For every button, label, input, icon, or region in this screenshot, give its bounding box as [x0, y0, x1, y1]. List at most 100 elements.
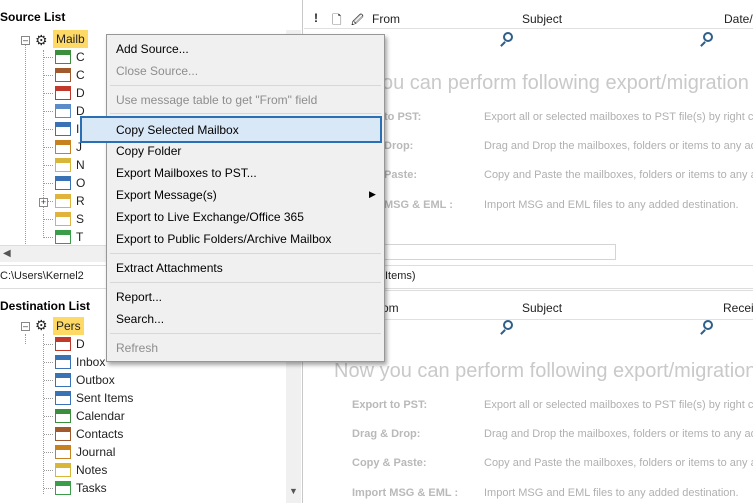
collapse-toggle[interactable]: –: [21, 36, 30, 45]
top-info-desc: Import MSG and EML files to any added de…: [484, 199, 739, 211]
subject-column[interactable]: Subject: [522, 301, 562, 315]
contacts-icon: [55, 68, 71, 82]
deleted-items-icon: [55, 86, 71, 100]
search-icon[interactable]: [503, 32, 513, 42]
journal-icon: [55, 445, 71, 459]
importance-column[interactable]: !: [314, 11, 318, 25]
top-info-label: Drop:: [384, 140, 414, 152]
bottom-info-desc: Export all or selected mailboxes to PST …: [484, 399, 753, 411]
tree-item[interactable]: Inbox: [76, 353, 105, 371]
tree-item[interactable]: T: [76, 228, 83, 246]
source-path-text: C:\Users\Kernel2: [0, 270, 84, 282]
tree-item[interactable]: O: [76, 174, 85, 192]
folder-icon: [55, 194, 71, 208]
sent-items-icon: [55, 391, 71, 405]
menu-item-copy-selected-mailbox[interactable]: Copy Selected Mailbox: [80, 116, 382, 143]
collapse-toggle[interactable]: –: [21, 322, 30, 331]
tree-item[interactable]: Journal: [76, 443, 115, 461]
menu-item-add-source[interactable]: Add Source...: [116, 42, 189, 56]
top-info-headline: ou can perform following export/migratio…: [382, 72, 749, 94]
submenu-arrow-icon: ▶: [369, 189, 376, 199]
flag-column-icon[interactable]: 🖉: [351, 11, 364, 32]
menu-item-search[interactable]: Search...: [116, 312, 164, 326]
tree-item[interactable]: Outbox: [76, 371, 115, 389]
from-column[interactable]: From: [372, 12, 400, 26]
bottom-info-label: Import MSG & EML :: [352, 487, 459, 499]
search-icon[interactable]: [703, 320, 713, 330]
notes-icon: [55, 463, 71, 477]
search-icon[interactable]: [503, 320, 513, 330]
tree-item[interactable]: Notes: [76, 461, 107, 479]
tree-item[interactable]: C: [76, 48, 85, 66]
tree-item[interactable]: S: [76, 210, 84, 228]
menu-item-export-mailboxes-pst[interactable]: Export Mailboxes to PST...: [116, 166, 257, 180]
tree-item[interactable]: Tasks: [76, 479, 107, 497]
menu-item-use-message-table[interactable]: Use message table to get "From" field: [116, 93, 317, 107]
subject-column[interactable]: Subject: [522, 12, 562, 26]
top-info-desc: Drag and Drop the mailboxes, folders or …: [484, 140, 753, 152]
tasks-icon: [55, 230, 71, 244]
date-column[interactable]: Date/: [724, 12, 753, 26]
source-panel-title: Source List: [0, 10, 66, 24]
top-info-label: to PST:: [384, 111, 422, 123]
top-info-desc: Export all or selected mailboxes to PST …: [484, 111, 753, 123]
menu-item-extract-attachments[interactable]: Extract Attachments: [116, 261, 223, 275]
bottom-info-label: Export to PST:: [352, 399, 428, 411]
menu-item-close-source[interactable]: Close Source...: [116, 64, 198, 78]
scroll-left-icon[interactable]: ◀: [3, 248, 11, 259]
destination-root[interactable]: Pers: [53, 317, 84, 335]
tree-item[interactable]: R: [76, 192, 85, 210]
drafts-icon: [55, 104, 71, 118]
inbox-icon: [55, 355, 71, 369]
notes-icon: [55, 158, 71, 172]
tree-item[interactable]: N: [76, 156, 85, 174]
tasks-icon: [55, 481, 71, 495]
destination-panel-title: Destination List: [0, 299, 91, 313]
menu-item-copy-folder[interactable]: Copy Folder: [116, 144, 181, 158]
menu-item-label: Copy Selected Mailbox: [116, 123, 239, 137]
tree-item[interactable]: Sent Items: [76, 389, 133, 407]
journal-icon: [55, 140, 71, 154]
outbox-icon: [55, 176, 71, 190]
search-icon[interactable]: [703, 32, 713, 42]
tree-item[interactable]: D: [76, 335, 85, 353]
menu-item-export-live-exchange[interactable]: Export to Live Exchange/Office 365: [116, 210, 304, 224]
scroll-down-icon[interactable]: ▼: [289, 486, 298, 496]
bottom-info-desc: Copy and Paste the mailboxes, folders or…: [484, 457, 753, 469]
bottom-info-desc: Drag and Drop the mailboxes, folders or …: [484, 428, 753, 440]
attachment-column-icon[interactable]: 🗋: [332, 11, 342, 32]
items-count-text: Items): [385, 270, 416, 282]
deleted-items-icon: [55, 337, 71, 351]
top-info-label: Paste:: [384, 169, 418, 181]
tree-item[interactable]: I: [76, 120, 79, 138]
bottom-info-label: Copy & Paste:: [352, 457, 427, 469]
tree-item[interactable]: C: [76, 66, 85, 84]
tree-item[interactable]: Contacts: [76, 425, 123, 443]
source-root-label: Mailb: [56, 32, 85, 46]
destination-root-label: Pers: [56, 319, 81, 333]
calendar-icon: [55, 50, 71, 64]
menu-item-refresh[interactable]: Refresh: [116, 341, 158, 355]
context-menu: Add Source... Close Source... Use messag…: [80, 34, 385, 362]
contacts-icon: [55, 427, 71, 441]
top-grid-header: ! 🗋 🖉 From Subject Date/: [304, 8, 753, 29]
top-info-label: MSG & EML :: [384, 199, 453, 211]
received-column[interactable]: Receit: [723, 301, 753, 315]
tree-item[interactable]: D: [76, 84, 85, 102]
menu-item-report[interactable]: Report...: [116, 290, 162, 304]
top-info-desc: Copy and Paste the mailboxes, folders or…: [484, 169, 753, 181]
bottom-info-label: Drag & Drop:: [352, 428, 421, 440]
expand-toggle[interactable]: +: [39, 198, 48, 207]
mailbox-icon: ⚙: [35, 32, 48, 48]
menu-item-export-public-folders[interactable]: Export to Public Folders/Archive Mailbox: [116, 232, 331, 246]
bottom-info-headline: Now you can perform following export/mig…: [334, 360, 753, 382]
inbox-icon: [55, 122, 71, 136]
calendar-icon: [55, 409, 71, 423]
bottom-info-desc: Import MSG and EML files to any added de…: [484, 487, 739, 499]
folder-icon: [55, 212, 71, 226]
outbox-icon: [55, 373, 71, 387]
menu-item-export-messages[interactable]: Export Message(s): [116, 188, 217, 202]
tree-item[interactable]: Calendar: [76, 407, 125, 425]
personal-folders-icon: ⚙: [35, 317, 48, 333]
source-root-mailbox[interactable]: Mailb: [53, 30, 88, 48]
